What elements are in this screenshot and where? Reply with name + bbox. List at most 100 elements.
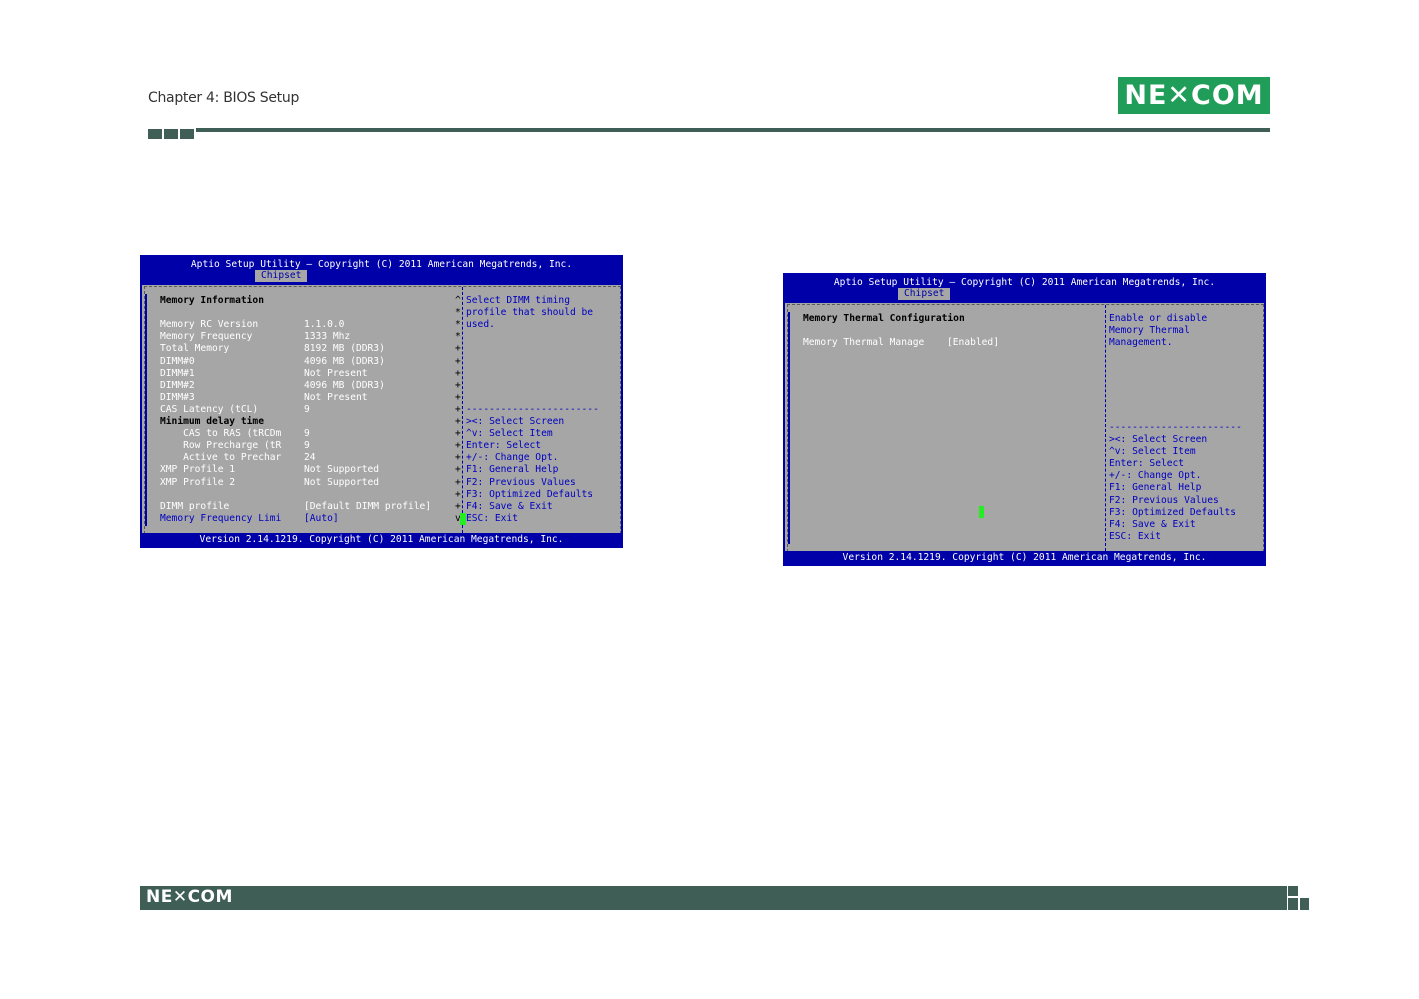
setup-item-label[interactable]: CAS Latency (tCL) bbox=[160, 404, 258, 416]
help-separator bbox=[1105, 305, 1106, 551]
help-line: F1: General Help bbox=[1109, 482, 1202, 494]
bios-title: Aptio Setup Utility – Copyright (C) 2011… bbox=[833, 277, 1216, 288]
bios-title: Aptio Setup Utility – Copyright (C) 2011… bbox=[190, 259, 573, 270]
setup-item-label: Memory Thermal Configuration bbox=[803, 313, 965, 324]
setup-item-label[interactable]: DIMM#3 bbox=[160, 392, 195, 404]
bios-footer: Version 2.14.1219. Copyright (C) 2011 Am… bbox=[785, 551, 1264, 564]
help-line: ><: Select Screen bbox=[1109, 434, 1208, 445]
help-line: F2: Previous Values bbox=[466, 476, 576, 488]
scroll-indicator: * bbox=[455, 319, 461, 331]
setup-item-label[interactable]: Total Memory bbox=[160, 343, 229, 355]
scroll-indicator: + bbox=[455, 428, 461, 440]
scroll-indicator: * bbox=[455, 307, 461, 319]
setup-item-value[interactable]: 1.1.0.0 bbox=[304, 319, 344, 331]
setup-item-value[interactable]: [Enabled] bbox=[947, 337, 999, 349]
tab-chipset[interactable]: Chipset bbox=[898, 288, 951, 300]
scroll-indicator: + bbox=[455, 367, 461, 379]
setup-item-label[interactable]: DIMM#1 bbox=[160, 368, 195, 380]
setup-item-value[interactable]: [Default DIMM profile] bbox=[304, 501, 431, 513]
setup-item-value[interactable]: [Auto] bbox=[304, 513, 339, 525]
setup-item-value[interactable]: 1333 Mhz bbox=[304, 331, 350, 343]
scroll-indicator: + bbox=[455, 488, 461, 500]
setup-item-value[interactable]: 8192 MB (DDR3) bbox=[304, 343, 385, 355]
setup-item-label[interactable]: DIMM#0 bbox=[160, 356, 195, 368]
setup-item-label: Minimum delay time bbox=[160, 416, 264, 427]
scroll-indicator: + bbox=[455, 500, 461, 512]
setup-item-label[interactable]: XMP Profile 1 bbox=[160, 464, 235, 476]
scroll-indicator: + bbox=[455, 440, 461, 452]
setup-item-label[interactable]: Active to Prechar bbox=[160, 452, 281, 464]
bios-title-bar: Aptio Setup Utility – Copyright (C) 2011… bbox=[785, 275, 1264, 303]
help-line: F2: Previous Values bbox=[1109, 494, 1219, 506]
footer-square bbox=[1300, 898, 1309, 910]
bios-footer: Version 2.14.1219. Copyright (C) 2011 Am… bbox=[142, 533, 621, 546]
bios-screen-memory-thermal: Aptio Setup Utility – Copyright (C) 2011… bbox=[783, 273, 1266, 566]
scroll-indicator: + bbox=[455, 343, 461, 355]
frame-left-edge bbox=[145, 294, 147, 526]
frame-left-edge bbox=[788, 312, 790, 544]
setup-item-value[interactable]: 9 bbox=[304, 440, 310, 452]
setup-item-label[interactable]: Memory Thermal Manage bbox=[803, 337, 924, 349]
chapter-title: Chapter 4: BIOS Setup bbox=[148, 90, 300, 106]
scroll-indicator: + bbox=[455, 391, 461, 403]
help-line: F4: Save & Exit bbox=[466, 500, 553, 512]
setup-item-value[interactable]: Not Present bbox=[304, 392, 368, 404]
setup-item-value[interactable]: Not Supported bbox=[304, 464, 379, 476]
setup-item-label[interactable]: Memory Frequency Limi bbox=[160, 513, 281, 525]
help-line: ESC: Exit bbox=[466, 512, 518, 524]
setup-item-label[interactable]: Row Precharge (tR bbox=[160, 440, 281, 452]
text-cursor bbox=[979, 506, 984, 518]
text-cursor bbox=[460, 513, 466, 525]
setup-item-label[interactable]: CAS to RAS (tRCDm bbox=[160, 428, 281, 440]
setup-item-value[interactable]: 9 bbox=[304, 428, 310, 440]
header-square bbox=[148, 129, 162, 139]
header-square bbox=[180, 129, 194, 139]
help-line: used. bbox=[466, 319, 495, 331]
footer-square bbox=[1288, 886, 1298, 896]
setup-item-label[interactable]: Memory RC Version bbox=[160, 319, 258, 331]
help-line: Management. bbox=[1109, 337, 1173, 349]
bios-screen-memory-information: Aptio Setup Utility – Copyright (C) 2011… bbox=[140, 255, 623, 548]
help-line: ESC: Exit bbox=[1109, 530, 1161, 542]
setup-item-value[interactable]: 4096 MB (DDR3) bbox=[304, 380, 385, 392]
nexcom-logo: NE✕COM bbox=[1118, 77, 1270, 114]
footer-logo: NE✕COM bbox=[146, 887, 233, 907]
help-line: profile that should be bbox=[466, 307, 594, 319]
bios-title-bar: Aptio Setup Utility – Copyright (C) 2011… bbox=[142, 257, 621, 285]
setup-item-label[interactable]: DIMM profile bbox=[160, 501, 229, 513]
scroll-indicator: + bbox=[455, 403, 461, 415]
setup-item-label[interactable]: Memory Frequency bbox=[160, 331, 252, 343]
setup-item-value[interactable]: 4096 MB (DDR3) bbox=[304, 356, 385, 368]
scroll-indicator: + bbox=[455, 379, 461, 391]
header-square bbox=[164, 129, 178, 139]
setup-item-value[interactable]: 24 bbox=[304, 452, 316, 464]
scroll-indicator: + bbox=[455, 452, 461, 464]
scroll-indicator: ^ bbox=[455, 295, 461, 306]
help-separator bbox=[462, 287, 463, 533]
logo-text: NE✕COM bbox=[1124, 80, 1264, 111]
help-line: ><: Select Screen bbox=[466, 416, 565, 427]
help-line: ^v: Select Item bbox=[466, 428, 553, 440]
help-line: F1: General Help bbox=[466, 464, 559, 476]
setup-item-value[interactable]: Not Supported bbox=[304, 477, 379, 489]
header-squares bbox=[148, 129, 194, 139]
tab-chipset[interactable]: Chipset bbox=[255, 270, 308, 282]
help-line: Select DIMM timing bbox=[466, 295, 570, 306]
scroll-indicator: + bbox=[455, 464, 461, 476]
footer-square bbox=[1288, 898, 1298, 910]
scroll-indicator: + bbox=[455, 476, 461, 488]
setup-item-label: Memory Information bbox=[160, 295, 264, 306]
help-line: F3: Optimized Defaults bbox=[1109, 506, 1237, 518]
footer-bar: NE✕COM bbox=[140, 886, 1287, 910]
help-line: Enter: Select bbox=[1109, 458, 1185, 470]
help-line: F4: Save & Exit bbox=[1109, 518, 1196, 530]
scroll-indicator: + bbox=[455, 355, 461, 367]
setup-item-value[interactable]: 9 bbox=[304, 404, 310, 416]
setup-item-label[interactable]: XMP Profile 2 bbox=[160, 477, 235, 489]
help-line: +/-: Change Opt. bbox=[466, 452, 559, 464]
scroll-indicator: * bbox=[455, 331, 461, 343]
help-line: Memory Thermal bbox=[1109, 325, 1190, 337]
setup-item-label[interactable]: DIMM#2 bbox=[160, 380, 195, 392]
help-line: ^v: Select Item bbox=[1109, 446, 1196, 458]
setup-item-value[interactable]: Not Present bbox=[304, 368, 368, 380]
